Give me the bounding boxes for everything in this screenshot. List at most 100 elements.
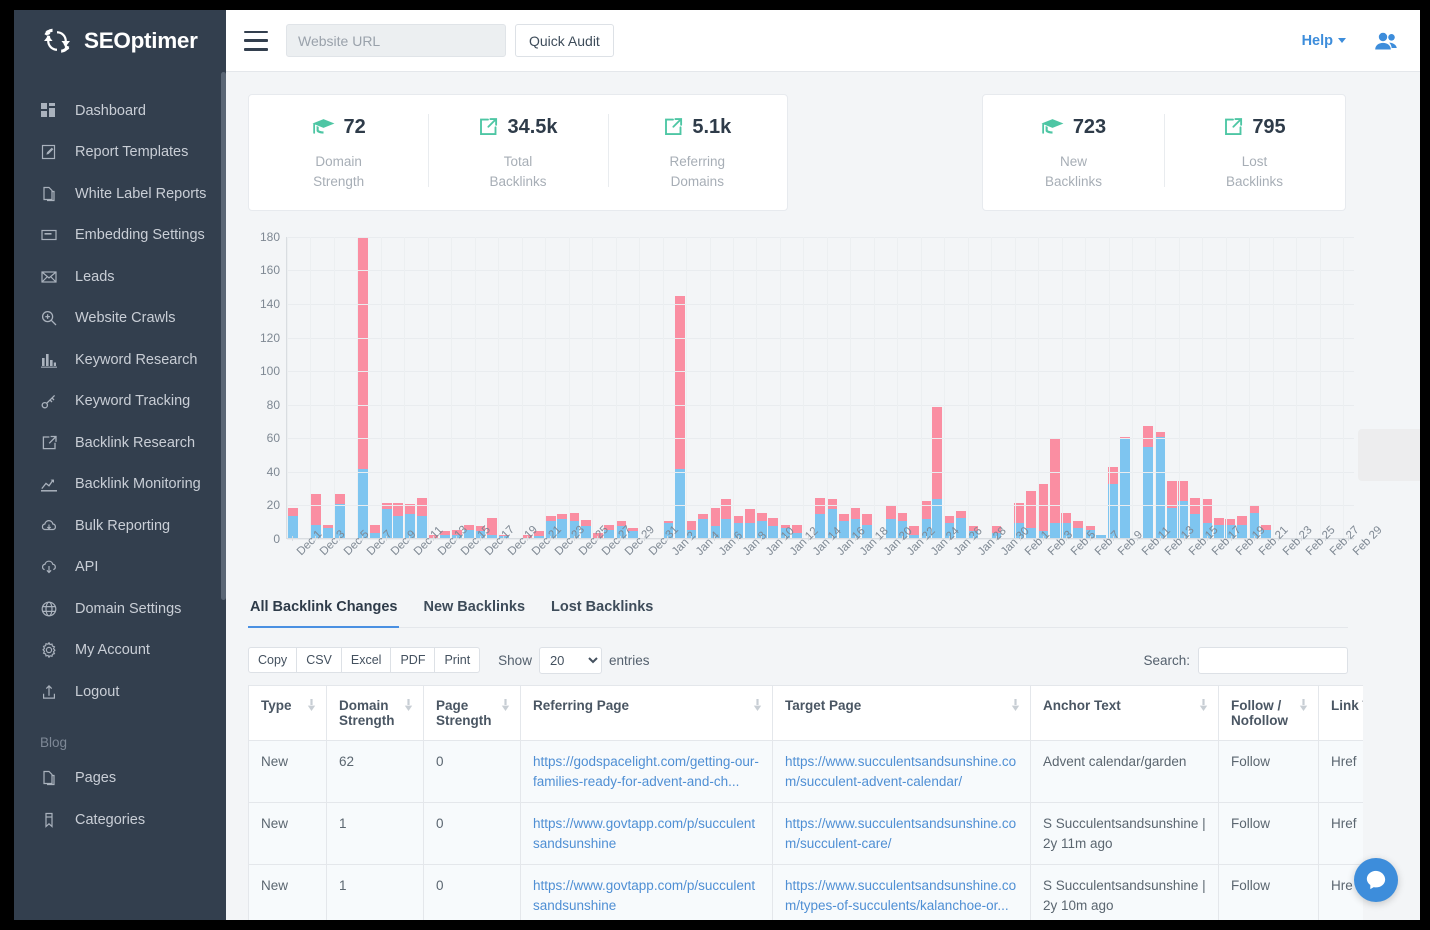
export-copy-button[interactable]: Copy <box>248 647 297 673</box>
table-header-follow-nofollow[interactable]: Follow /Nofollow <box>1219 685 1319 740</box>
chart-bar[interactable] <box>861 237 873 538</box>
sidebar-item-keyword-research[interactable]: Keyword Research <box>14 339 226 381</box>
sort-arrow-icon[interactable] <box>404 699 413 728</box>
chart-bar[interactable] <box>498 237 510 538</box>
chart-bar[interactable] <box>697 237 709 538</box>
chart-bar[interactable] <box>603 237 615 538</box>
chart-bar[interactable] <box>732 237 744 538</box>
table-header-referring-page[interactable]: Referring Page <box>521 685 773 740</box>
cell-target-page[interactable]: https://www.succulentsandsunshine.com/su… <box>773 803 1031 865</box>
link-target-page[interactable]: https://www.succulentsandsunshine.com/su… <box>785 816 1016 851</box>
search-input[interactable] <box>1198 647 1348 674</box>
chart-bar[interactable] <box>767 237 779 538</box>
chart-bar[interactable] <box>615 237 627 538</box>
chart-bar[interactable] <box>299 237 311 538</box>
cell-referring-page[interactable]: https://www.govtapp.com/p/succulentsands… <box>521 865 773 920</box>
tab-lost-backlinks[interactable]: Lost Backlinks <box>549 590 655 628</box>
cell-target-page[interactable]: https://www.succulentsandsunshine.com/ty… <box>773 865 1031 920</box>
sidebar-item-backlink-monitoring[interactable]: Backlink Monitoring <box>14 464 226 506</box>
chart-bar[interactable] <box>568 237 580 538</box>
chart-bar[interactable] <box>791 237 803 538</box>
link-referring-page[interactable]: https://www.govtapp.com/p/succulentsands… <box>533 878 755 913</box>
table-header-domain-strength[interactable]: DomainStrength <box>327 685 424 740</box>
chart-bar[interactable] <box>428 237 440 538</box>
chart-bar[interactable] <box>1142 237 1154 538</box>
chart-bar[interactable] <box>521 237 533 538</box>
hamburger-icon[interactable] <box>244 31 268 51</box>
sidebar-item-backlink-research[interactable]: Backlink Research <box>14 422 226 464</box>
sort-arrow-icon[interactable] <box>1299 699 1308 728</box>
chart-bar[interactable] <box>592 237 604 538</box>
sidebar-item-website-crawls[interactable]: Website Crawls <box>14 298 226 340</box>
chart-bar[interactable] <box>557 237 569 538</box>
chart-bar[interactable] <box>779 237 791 538</box>
chart-bar[interactable] <box>346 237 358 538</box>
chart-bar[interactable] <box>486 237 498 538</box>
chart-bar[interactable] <box>322 237 334 538</box>
export-excel-button[interactable]: Excel <box>341 647 392 673</box>
chart-bar[interactable] <box>357 237 369 538</box>
chart-bar[interactable] <box>1025 237 1037 538</box>
link-target-page[interactable]: https://www.succulentsandsunshine.com/su… <box>785 754 1016 789</box>
sidebar-item-api[interactable]: API <box>14 547 226 589</box>
sidebar-item-logout[interactable]: Logout <box>14 671 226 713</box>
sort-arrow-icon[interactable] <box>753 699 762 714</box>
chart-bar[interactable] <box>381 237 393 538</box>
export-csv-button[interactable]: CSV <box>296 647 342 673</box>
chart-bar[interactable] <box>721 237 733 538</box>
cell-target-page[interactable]: https://www.succulentsandsunshine.com/su… <box>773 740 1031 802</box>
chart-bar[interactable] <box>1236 237 1248 538</box>
chart-bar[interactable] <box>1283 237 1295 538</box>
sidebar-item-embedding-settings[interactable]: Embedding Settings <box>14 215 226 257</box>
help-menu[interactable]: Help <box>1302 33 1346 49</box>
tab-all-backlink-changes[interactable]: All Backlink Changes <box>248 590 399 628</box>
chart-bar[interactable] <box>1189 237 1201 538</box>
chart-bar[interactable] <box>439 237 451 538</box>
chart-bar[interactable] <box>369 237 381 538</box>
chart-bar[interactable] <box>756 237 768 538</box>
link-referring-page[interactable]: https://godspacelight.com/getting-our-fa… <box>533 754 759 789</box>
chart-bar[interactable] <box>1260 237 1272 538</box>
chart-bar[interactable] <box>463 237 475 538</box>
sidebar-item-keyword-tracking[interactable]: Keyword Tracking <box>14 381 226 423</box>
website-url-input[interactable] <box>286 24 506 57</box>
sidebar-item-domain-settings[interactable]: Domain Settings <box>14 588 226 630</box>
table-scroll-container[interactable]: TypeDomainStrengthPageStrengthReferring … <box>248 685 1363 920</box>
chart-bar[interactable] <box>1307 237 1319 538</box>
export-print-button[interactable]: Print <box>434 647 480 673</box>
sidebar-item-pages[interactable]: Pages <box>14 758 226 800</box>
chart-bar[interactable] <box>1166 237 1178 538</box>
chart-bar[interactable] <box>932 237 944 538</box>
chart-bar[interactable] <box>287 237 299 538</box>
chart-bar[interactable] <box>533 237 545 538</box>
chart-bar[interactable] <box>310 237 322 538</box>
chart-bar[interactable] <box>1072 237 1084 538</box>
table-header-page-strength[interactable]: PageStrength <box>424 685 521 740</box>
chart-bar[interactable] <box>814 237 826 538</box>
chart-bar[interactable] <box>1096 237 1108 538</box>
chart-bar[interactable] <box>662 237 674 538</box>
chart-bar[interactable] <box>709 237 721 538</box>
chart-bar[interactable] <box>334 237 346 538</box>
chart-bar[interactable] <box>545 237 557 538</box>
chart-bar[interactable] <box>392 237 404 538</box>
table-header-anchor-text[interactable]: Anchor Text <box>1031 685 1219 740</box>
quick-audit-button[interactable]: Quick Audit <box>515 24 614 57</box>
sidebar-item-white-label-reports[interactable]: White Label Reports <box>14 173 226 215</box>
tab-new-backlinks[interactable]: New Backlinks <box>421 590 527 628</box>
sidebar-item-dashboard[interactable]: Dashboard <box>14 90 226 132</box>
cell-referring-page[interactable]: https://godspacelight.com/getting-our-fa… <box>521 740 773 802</box>
chart-bar[interactable] <box>627 237 639 538</box>
sidebar-item-report-templates[interactable]: Report Templates <box>14 132 226 174</box>
chart-bar[interactable] <box>510 237 522 538</box>
chart-bar[interactable] <box>674 237 686 538</box>
link-referring-page[interactable]: https://www.govtapp.com/p/succulentsands… <box>533 816 755 851</box>
users-icon[interactable] <box>1374 31 1398 51</box>
sidebar-item-bulk-reporting[interactable]: Bulk Reporting <box>14 505 226 547</box>
sort-arrow-icon[interactable] <box>1011 699 1020 714</box>
page-size-select[interactable]: 102050100 <box>539 647 602 674</box>
chart-bar[interactable] <box>685 237 697 538</box>
chart-bar[interactable] <box>475 237 487 538</box>
brand-logo-area[interactable]: SEOptimer <box>14 10 226 72</box>
chart-bar[interactable] <box>1119 237 1131 538</box>
